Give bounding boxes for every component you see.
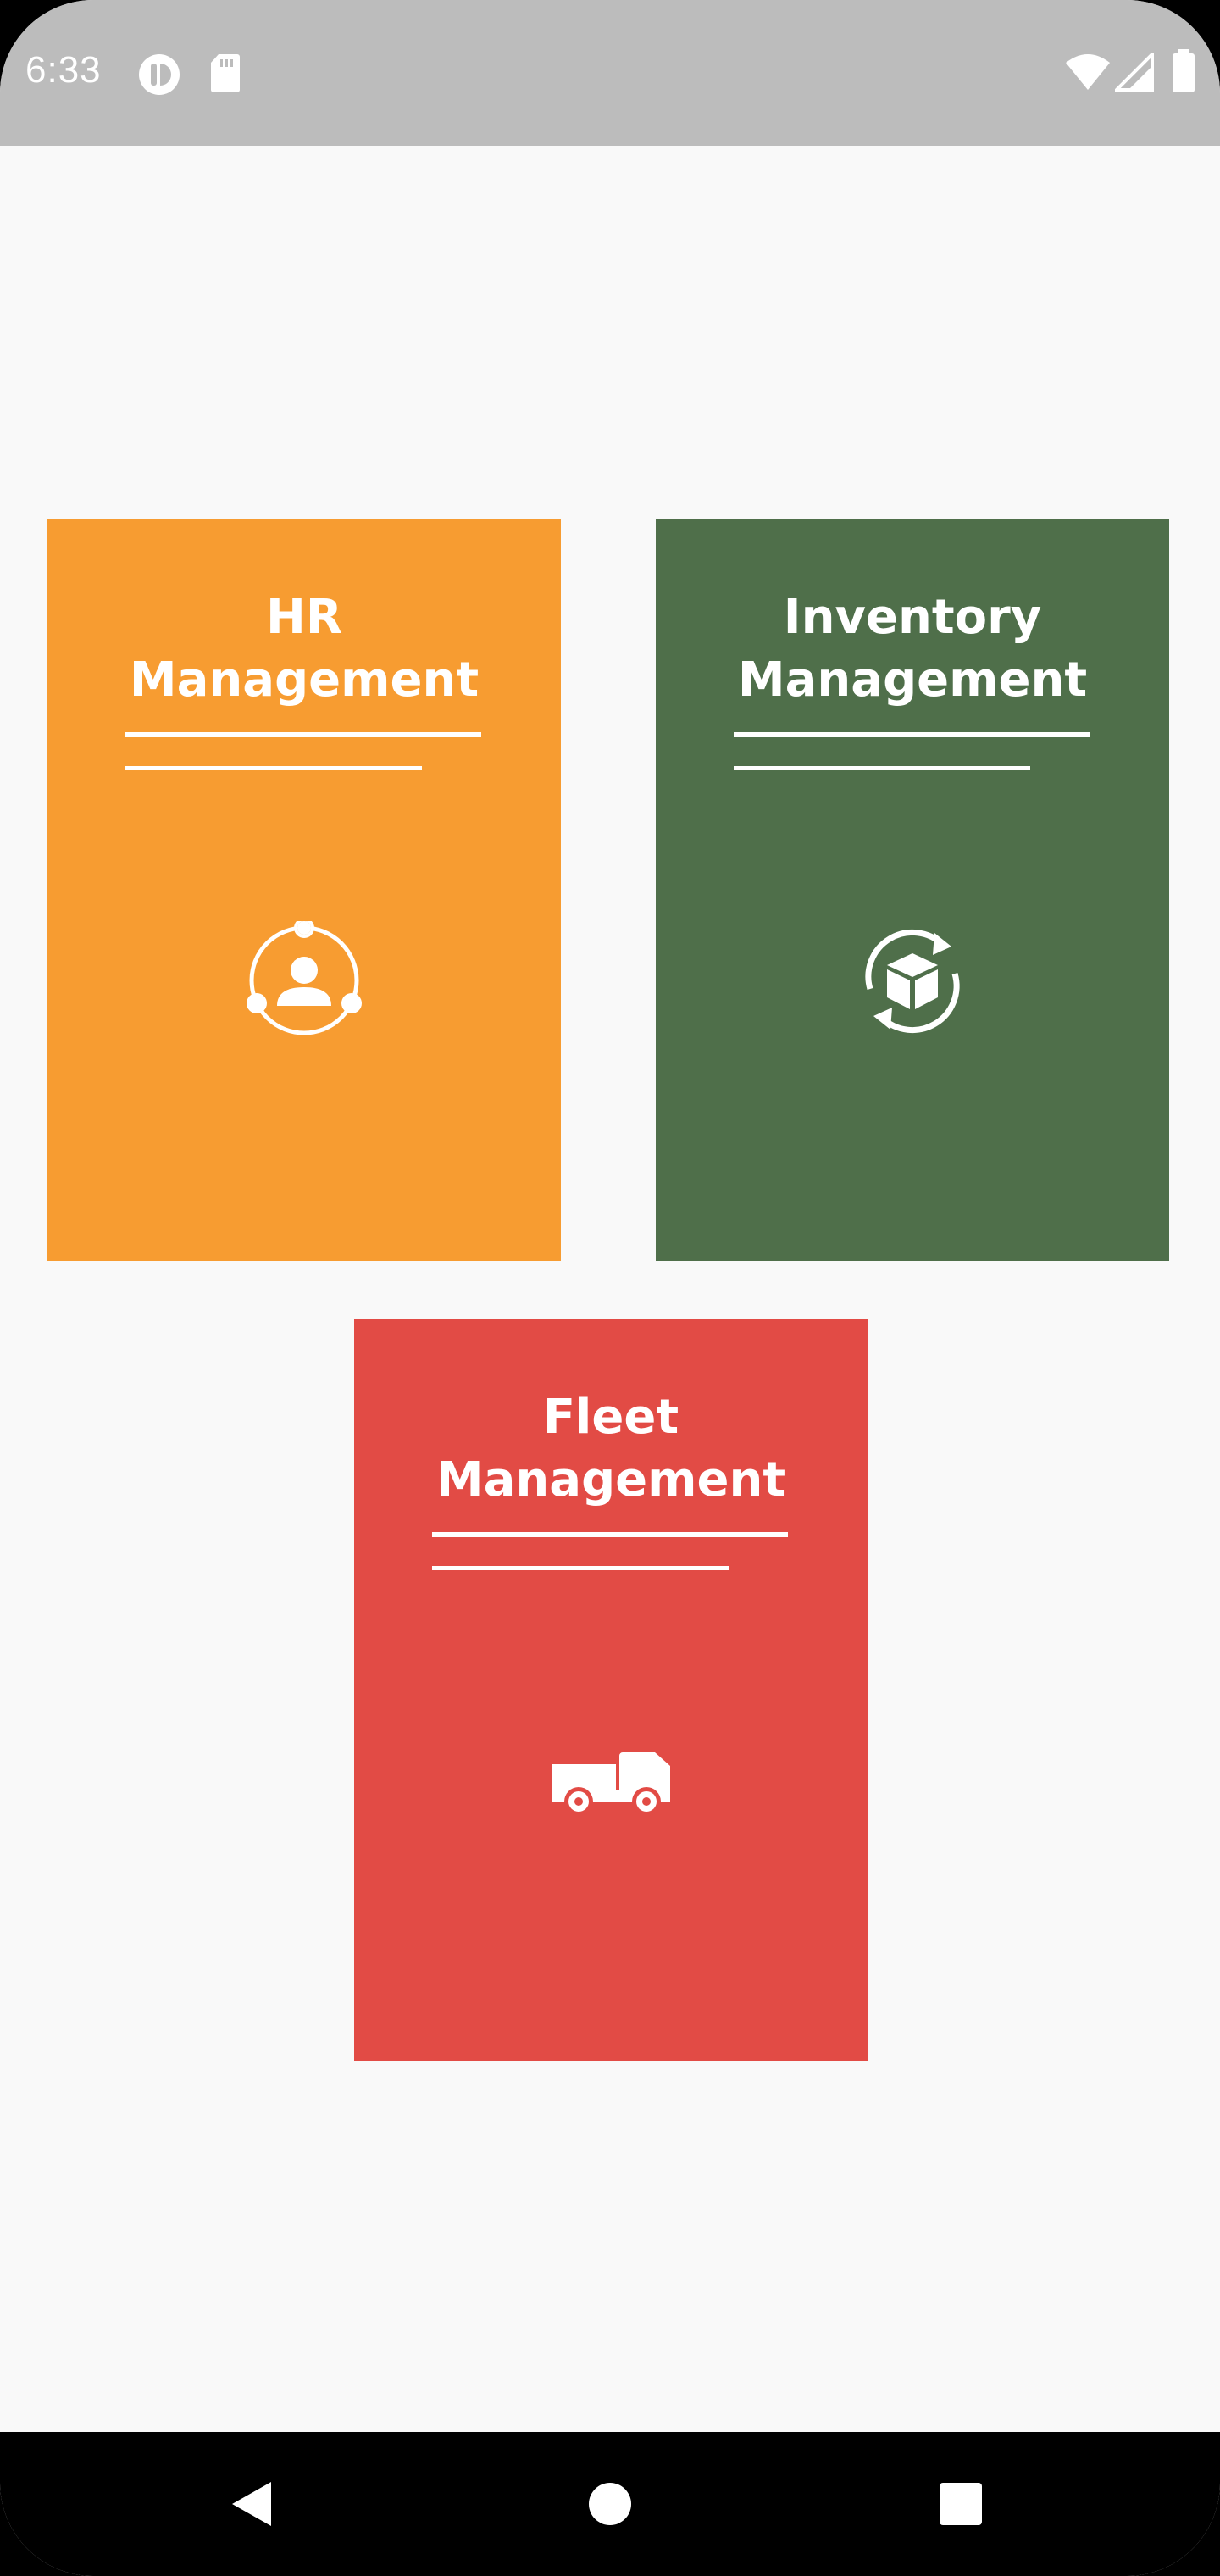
card-title: Inventory Management <box>656 586 1169 712</box>
divider-short <box>734 766 1030 770</box>
fleet-management-card[interactable]: Fleet Management <box>354 1319 868 2061</box>
card-title-line2: Management <box>129 652 480 708</box>
back-button[interactable] <box>169 2432 339 2576</box>
sd-card-icon <box>211 54 240 92</box>
divider-long <box>734 732 1090 737</box>
status-bar: 6:33 <box>0 0 1220 146</box>
signal-icon <box>1115 53 1154 92</box>
wifi-icon <box>1066 54 1110 90</box>
back-icon <box>232 2482 271 2526</box>
divider-long <box>125 732 481 737</box>
card-title-line1: Inventory <box>783 590 1042 645</box>
hr-management-card[interactable]: HR Management <box>47 519 561 1261</box>
box-sync-icon <box>865 929 960 1034</box>
inventory-management-card[interactable]: Inventory Management <box>656 519 1169 1261</box>
card-title-line2: Management <box>737 652 1088 708</box>
status-time: 6:33 <box>25 49 102 91</box>
divider-long <box>432 1532 788 1537</box>
home-icon <box>589 2483 631 2525</box>
navigation-bar <box>0 2432 1220 2576</box>
home-button[interactable] <box>525 2432 695 2576</box>
people-network-icon <box>247 921 362 1035</box>
truck-icon <box>552 1752 670 1816</box>
divider-short <box>125 766 422 770</box>
recents-icon <box>940 2483 982 2525</box>
card-title-line1: HR <box>266 590 342 645</box>
divider-short <box>432 1566 729 1570</box>
card-title-line2: Management <box>435 1452 786 1507</box>
card-title: Fleet Management <box>354 1386 868 1512</box>
card-title: HR Management <box>47 586 561 712</box>
notification-app-icon <box>139 54 180 95</box>
card-title-line1: Fleet <box>542 1390 679 1445</box>
recents-button[interactable] <box>876 2432 1045 2576</box>
phone-screen: 6:33 HR Management Inventory Management … <box>0 0 1220 2576</box>
battery-icon <box>1173 49 1195 92</box>
